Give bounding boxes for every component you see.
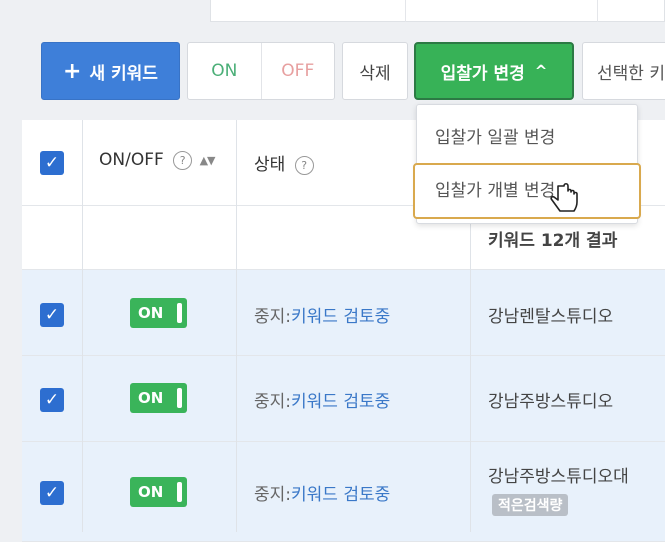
status-link[interactable]: 키워드 검토중 [291, 485, 390, 505]
menu-item-individual-bid-change[interactable]: 입찰가 개별 변경 [413, 163, 641, 219]
status-prefix: 중지: [254, 307, 292, 327]
onoff-header-label: ON/OFF [99, 150, 164, 170]
result-count: 키워드 12개 결과 [488, 231, 618, 251]
table-row[interactable]: ✓ ON 중지:키워드 검토중 강남렌탈스튜디오 [22, 270, 665, 356]
on-button[interactable]: ON [188, 43, 262, 99]
row-checkbox[interactable]: ✓ [40, 388, 64, 412]
status-prefix: 중지: [254, 485, 292, 505]
off-button[interactable]: OFF [262, 43, 335, 99]
bid-change-button[interactable]: 입찰가 변경 ^ [414, 42, 574, 100]
menu-item-bulk-bid-change[interactable]: 입찰가 일괄 변경 [417, 113, 637, 163]
on-off-toggle[interactable]: ON [130, 383, 187, 413]
new-keyword-label: 새 키워드 [89, 63, 158, 84]
bid-change-label: 입찰가 변경 [440, 63, 525, 84]
status-text: 중지:키워드 검토중 [254, 480, 390, 505]
keyword-name[interactable]: 강남주방스튜디오대 [488, 462, 629, 487]
row-checkbox[interactable]: ✓ [40, 481, 64, 505]
on-off-toggle[interactable]: ON [130, 298, 187, 328]
strip-divider [597, 0, 598, 22]
toggle-knob [177, 482, 182, 502]
sort-icon[interactable]: ▲▼ [200, 154, 216, 167]
column-divider [82, 120, 83, 532]
new-keyword-button[interactable]: + 새 키워드 [41, 42, 180, 100]
toggle-label: ON [138, 304, 164, 322]
toggle-knob [177, 303, 182, 323]
strip-divider [405, 0, 406, 22]
select-all-checkbox[interactable]: ✓ [40, 151, 64, 175]
selected-action-button[interactable]: 선택한 키 [582, 42, 665, 100]
toggle-knob [177, 388, 182, 408]
status-text: 중지:키워드 검토중 [254, 387, 390, 412]
previous-panel-strip [210, 0, 665, 22]
low-search-badge: 적은검색량 [492, 494, 569, 516]
table-row[interactable]: ✓ ON 중지:키워드 검토중 강남주방스튜디오 [22, 356, 665, 442]
onoff-header: ON/OFF ? ▲▼ [99, 150, 215, 170]
on-off-button-group: ON OFF [187, 42, 335, 100]
on-off-toggle[interactable]: ON [130, 477, 187, 507]
status-link[interactable]: 키워드 검토중 [291, 307, 390, 327]
bid-change-dropdown: 입찰가 일괄 변경 입찰가 개별 변경 [413, 104, 641, 224]
status-text: 중지:키워드 검토중 [254, 302, 390, 327]
status-link[interactable]: 키워드 검토중 [291, 392, 390, 412]
hand-cursor-icon [550, 182, 578, 212]
row-checkbox[interactable]: ✓ [40, 303, 64, 327]
table-row[interactable]: ✓ ON 중지:키워드 검토중 강남주방스튜디오대 적은검색량 [22, 442, 665, 542]
status-header-label: 상태 [254, 155, 286, 175]
toggle-label: ON [138, 483, 164, 501]
help-icon[interactable]: ? [173, 150, 193, 170]
column-divider [236, 120, 237, 532]
plus-icon: + [63, 58, 82, 84]
help-icon[interactable]: ? [294, 155, 314, 175]
keyword-name[interactable]: 강남주방스튜디오 [488, 387, 613, 412]
delete-button[interactable]: 삭제 [342, 42, 408, 100]
toggle-label: ON [138, 389, 164, 407]
keyword-name[interactable]: 강남렌탈스튜디오 [488, 302, 613, 327]
status-header: 상태 ? [254, 150, 314, 175]
status-prefix: 중지: [254, 392, 292, 412]
chevron-up-icon: ^ [534, 62, 548, 80]
